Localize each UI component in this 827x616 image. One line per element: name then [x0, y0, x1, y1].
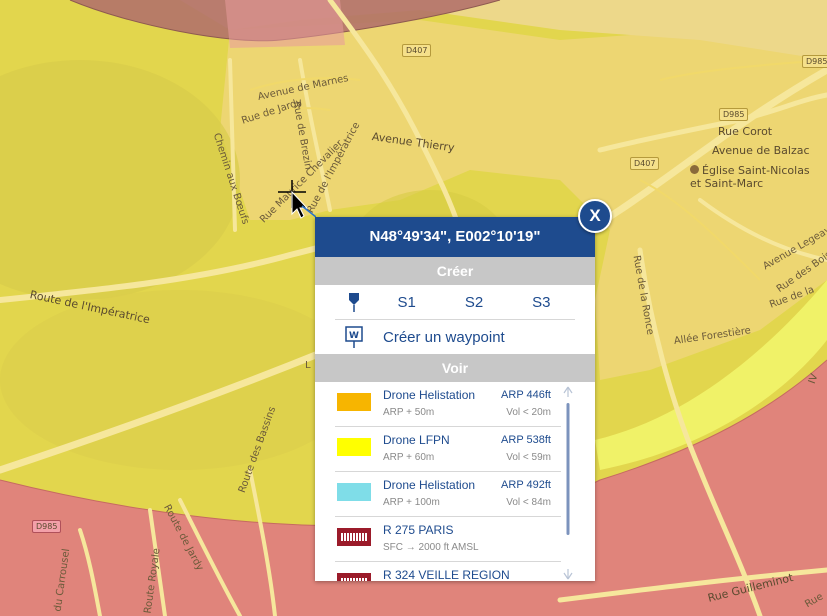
road-badge-d407: D407	[402, 44, 432, 57]
location-popup: N48°49'34", E002°10'19" Créer S1 S2 S3 W…	[315, 217, 595, 581]
zone-altitude: SFC → 2000 ft AMSL	[383, 542, 479, 553]
zone-pink-strip	[225, 0, 345, 48]
church-name-line2: et Saint-Marc	[690, 177, 764, 190]
zone-vol: Vol < 20m	[506, 407, 551, 418]
create-s1-button[interactable]: S1	[373, 294, 440, 311]
road-badge-d985: D985	[719, 108, 749, 121]
scroll-down-icon	[563, 569, 573, 580]
street-label: Avenue de Balzac	[712, 144, 810, 157]
street-label: Rue Corot	[718, 125, 773, 138]
zone-arp: ARP 446ft	[501, 389, 551, 401]
road-badge-d985: D985	[32, 520, 62, 533]
zone-arp: ARP 492ft	[501, 479, 551, 491]
street-label: L	[305, 360, 311, 371]
create-waypoint-button[interactable]: W Créer un waypoint	[335, 320, 575, 354]
svg-text:W: W	[349, 331, 359, 341]
restricted-zone-swatch	[337, 573, 371, 581]
popup-coordinates: N48°49'34", E002°10'19"	[315, 217, 595, 257]
zone-arp: ARP 538ft	[501, 434, 551, 446]
zone-item-r275-paris[interactable]: R 275 PARIS SFC → 2000 ft AMSL	[335, 516, 561, 562]
cursor-icon	[278, 180, 316, 219]
church-name-line1: Église Saint-Nicolas	[702, 164, 810, 177]
zone-color-swatch	[337, 438, 371, 456]
create-s3-button[interactable]: S3	[508, 294, 575, 311]
zone-name: Drone Helistation	[383, 478, 476, 492]
zone-list[interactable]: Drone Helistation ARP + 50m ARP 446ft Vo…	[315, 381, 595, 581]
forest-shade	[0, 290, 360, 470]
church-label: Église Saint-Nicolas et Saint-Marc	[690, 164, 810, 190]
zone-name: Drone Helistation	[383, 388, 476, 402]
waypoint-icon: W	[335, 326, 373, 348]
zone-item-drone-helistation[interactable]: Drone Helistation ARP + 100m ARP 492ft V…	[335, 471, 561, 517]
pin-icon[interactable]	[335, 292, 373, 312]
close-button[interactable]: X	[578, 199, 612, 233]
zone-item-r324[interactable]: R 324 VEILLE REGION	[335, 561, 561, 581]
scrollbar-thumb	[566, 403, 570, 535]
zone-altitude: ARP + 60m	[383, 452, 435, 463]
view-section-header: Voir	[315, 354, 595, 382]
create-waypoint-label: Créer un waypoint	[383, 328, 505, 346]
zone-list-scrollbar[interactable]	[563, 385, 573, 581]
create-row: S1 S2 S3	[335, 285, 575, 320]
create-section-header: Créer	[315, 257, 595, 285]
church-icon	[690, 165, 699, 174]
zone-color-swatch	[337, 483, 371, 501]
zone-item-drone-lfpn[interactable]: Drone LFPN ARP + 60m ARP 538ft Vol < 59m	[335, 426, 561, 472]
zone-item-drone-helistation[interactable]: Drone Helistation ARP + 50m ARP 446ft Vo…	[335, 381, 561, 427]
zone-altitude: ARP + 50m	[383, 407, 435, 418]
zone-altitude: ARP + 100m	[383, 497, 440, 508]
zone-name: Drone LFPN	[383, 433, 450, 447]
restricted-zone-swatch	[337, 528, 371, 546]
scroll-up-icon	[563, 386, 573, 397]
road-badge-d407: D407	[630, 157, 660, 170]
road-badge-d985: D985	[802, 55, 827, 68]
zone-name: R 324 VEILLE REGION	[383, 568, 510, 581]
create-s2-button[interactable]: S2	[440, 294, 507, 311]
zone-name: R 275 PARIS	[383, 523, 454, 537]
zone-color-swatch	[337, 393, 371, 411]
zone-vol: Vol < 84m	[506, 497, 551, 508]
zone-vol: Vol < 59m	[506, 452, 551, 463]
